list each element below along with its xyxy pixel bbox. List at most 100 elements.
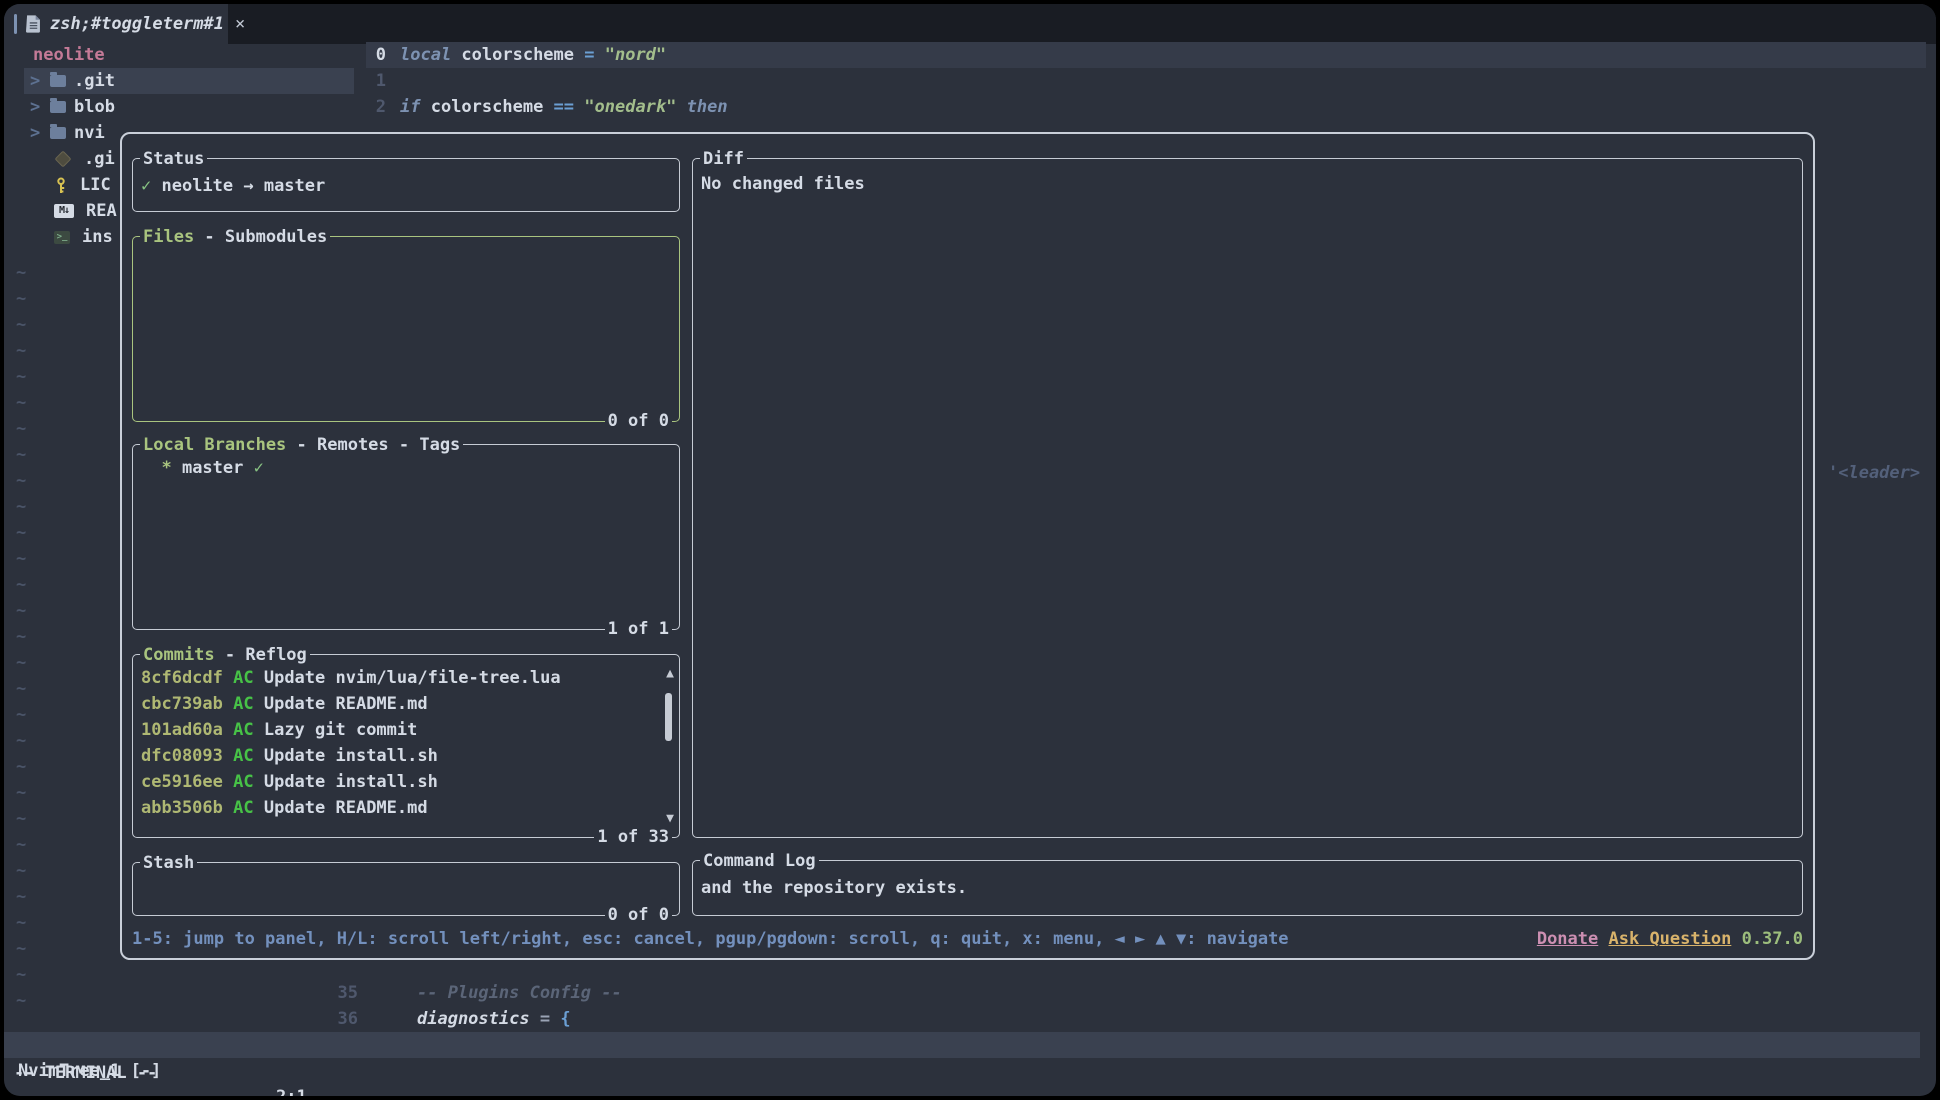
tree-item-label: .gi <box>84 146 115 172</box>
chevron-right-icon: > <box>30 68 42 94</box>
tilde-marker: ~ <box>16 832 26 858</box>
commit-author-tag: AC <box>233 772 264 792</box>
commit-row[interactable]: abb3506b AC Update README.md <box>141 795 671 821</box>
files-count: 0 of 0 <box>605 408 672 434</box>
tree-item-label: blob <box>74 94 115 120</box>
tilde-marker: ~ <box>16 728 26 754</box>
tilde-marker: ~ <box>16 754 26 780</box>
commit-hash: ce5916ee <box>141 772 233 792</box>
commit-message: Update README.md <box>264 798 428 818</box>
commit-author-tag: AC <box>233 694 264 714</box>
code-token: == <box>554 97 585 117</box>
neovim-window: zsh;#toggleterm#1 × ~~~~~~~~~~~~~~~~~~~~… <box>4 4 1936 1096</box>
document-icon <box>26 15 41 33</box>
commit-message: Update install.sh <box>264 772 438 792</box>
code-token: local <box>400 45 461 65</box>
close-icon[interactable]: × <box>235 11 245 37</box>
commit-hash: abb3506b <box>141 798 233 818</box>
panel-diff[interactable]: Diff No changed files <box>692 158 1803 838</box>
code-line: 0local colorscheme = "nord" <box>366 42 1926 68</box>
tilde-marker: ~ <box>16 884 26 910</box>
code-token: -- Plugins Config -- <box>417 983 622 1003</box>
statusline: NvimTree_1 [-] 2:1 colorschemes.lua 1:1 <box>4 1032 1920 1058</box>
tilde-marker: ~ <box>16 468 26 494</box>
commit-row[interactable]: cbc739ab AC Update README.md <box>141 691 671 717</box>
code-editor-top: 0local colorscheme = "nord"12 if colorsch… <box>366 42 1926 120</box>
commit-hash: 101ad60a <box>141 720 233 740</box>
commit-author-tag: AC <box>233 668 264 688</box>
commit-row[interactable]: ce5916ee AC Update install.sh <box>141 769 671 795</box>
version-label: 0.37.0 <box>1742 929 1803 949</box>
panel-status[interactable]: Status ✓ neolite → master <box>132 158 680 212</box>
tabline: zsh;#toggleterm#1 × <box>4 4 1936 44</box>
active-tab-indicator-bar <box>14 14 17 34</box>
commits-scrollbar[interactable]: ▲ ▼ <box>662 655 674 837</box>
check-icon: ✓ <box>141 176 151 196</box>
tree-root-item[interactable]: neolite <box>24 42 354 68</box>
code-line-text: diagnostics = { <box>417 1006 571 1032</box>
code-token: colorscheme <box>431 97 554 117</box>
folder-icon <box>50 101 66 113</box>
commit-hash: 8cf6dcdf <box>141 668 233 688</box>
code-line-text: local colorscheme = "nord" <box>400 42 666 68</box>
commit-author-tag: AC <box>233 746 264 766</box>
tilde-marker: ~ <box>16 988 26 1014</box>
commit-author-tag: AC <box>233 798 264 818</box>
tilde-marker: ~ <box>16 312 26 338</box>
line-number: 2 <box>366 94 386 120</box>
line-number: 35 <box>300 980 358 1006</box>
tilde-marker: ~ <box>16 416 26 442</box>
tilde-marker: ~ <box>16 286 26 312</box>
donate-link[interactable]: Donate <box>1537 929 1598 949</box>
panel-status-title: Status <box>140 146 207 172</box>
tilde-marker: ~ <box>16 806 26 832</box>
tree-item-blob[interactable]: > blob <box>24 94 354 120</box>
tilde-marker: ~ <box>16 936 26 962</box>
tilde-marker: ~ <box>16 494 26 520</box>
terminal-tab[interactable]: zsh;#toggleterm#1 × <box>4 4 228 44</box>
code-line-text: -- Plugins Config -- <box>417 980 622 1006</box>
panel-files[interactable]: Files - Submodules 0 of 0 <box>132 236 680 422</box>
tilde-marker: ~ <box>16 780 26 806</box>
commit-hash: dfc08093 <box>141 746 233 766</box>
ask-question-link[interactable]: Ask Question <box>1609 929 1732 949</box>
commit-message: Update nvim/lua/file-tree.lua <box>264 668 561 688</box>
selected-branch-star-icon: * <box>141 458 182 478</box>
panel-diff-title: Diff <box>700 146 747 172</box>
commit-author-tag: AC <box>233 720 264 740</box>
code-line-text: if colorscheme == "onedark" then <box>400 94 728 120</box>
code-editor-bottom: 35-- Plugins Config --36diagnostics = { <box>300 980 1926 1032</box>
panel-stash[interactable]: Stash 0 of 0 <box>132 862 680 916</box>
code-line: 1 <box>366 68 1926 94</box>
code-token: diagnostics <box>417 1009 530 1029</box>
status-line: ✓ neolite → master <box>133 159 679 199</box>
tilde-marker: ~ <box>16 364 26 390</box>
code-line: 35 -- Plugins Config -- <box>300 980 1926 1006</box>
commit-row[interactable]: 8cf6dcdf AC Update nvim/lua/file-tree.lu… <box>141 665 671 691</box>
tree-item-dotgit[interactable]: >.git <box>24 68 354 94</box>
panel-stash-title: Stash <box>140 850 197 876</box>
panel-files-title: Files - Submodules <box>140 224 330 250</box>
panel-branches[interactable]: Local Branches - Remotes - Tags * master… <box>132 444 680 630</box>
commits-count: 1 of 33 <box>594 824 672 850</box>
panel-commits[interactable]: Commits - Reflog 8cf6dcdf AC Update nvim… <box>132 654 680 838</box>
tree-item-label: REA <box>86 198 117 224</box>
leader-key-hint: '<leader> <box>1828 460 1920 486</box>
tilde-marker: ~ <box>16 572 26 598</box>
scrollbar-thumb[interactable] <box>665 693 672 741</box>
tilde-marker: ~ <box>16 702 26 728</box>
chevron-right-icon: > <box>30 94 42 120</box>
line-number: 1 <box>366 68 386 94</box>
tilde-marker: ~ <box>16 962 26 988</box>
stash-count: 0 of 0 <box>605 902 672 928</box>
branches-count: 1 of 1 <box>605 616 672 642</box>
code-line: 2 if colorscheme == "onedark" then <box>366 94 1926 120</box>
scroll-up-icon[interactable]: ▲ <box>666 667 674 680</box>
commit-row[interactable]: dfc08093 AC Update install.sh <box>141 743 671 769</box>
empty-line-tildes: ~~~~~~~~~~~~~~~~~~~~~~~~~~~~~ <box>16 260 26 1014</box>
tree-item-label: nvi <box>74 120 105 146</box>
commit-message: Update install.sh <box>264 746 438 766</box>
panel-command-log[interactable]: Command Log and the repository exists. <box>692 860 1803 916</box>
commit-row[interactable]: 101ad60a AC Lazy git commit <box>141 717 671 743</box>
lazygit-float-window: Status ✓ neolite → master Files - Submod… <box>120 132 1815 960</box>
